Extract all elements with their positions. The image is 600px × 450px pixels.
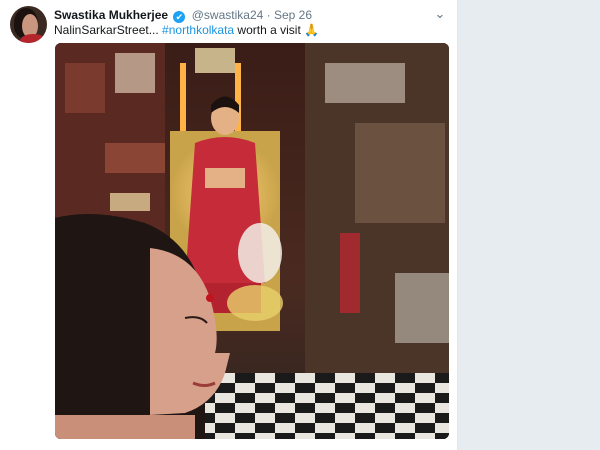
tweet-header: Swastika Mukherjee ✔ @swastika24 · Sep 2… — [54, 7, 447, 23]
chevron-down-icon[interactable]: ⌄ — [433, 7, 447, 21]
tweet-date[interactable]: Sep 26 — [274, 8, 312, 22]
tweet-text-start: NalinSarkarStreet... — [54, 23, 163, 37]
avatar[interactable] — [10, 6, 47, 43]
separator: · — [266, 8, 271, 22]
tweet-text-end: worth a visit — [234, 23, 305, 37]
folded-hands-emoji: 🙏 — [304, 23, 320, 37]
pandal-selfie-photo — [55, 43, 449, 439]
hashtag-link[interactable]: #northkolkata — [162, 23, 234, 37]
author-handle[interactable]: @swastika24 — [192, 8, 264, 22]
tweet-card[interactable]: Swastika Mukherjee ✔ @swastika24 · Sep 2… — [0, 0, 458, 450]
author-name[interactable]: Swastika Mukherjee — [54, 8, 168, 22]
tweet-text: NalinSarkarStreet... #northkolkata worth… — [54, 22, 447, 38]
tweet-photo[interactable] — [55, 43, 449, 439]
